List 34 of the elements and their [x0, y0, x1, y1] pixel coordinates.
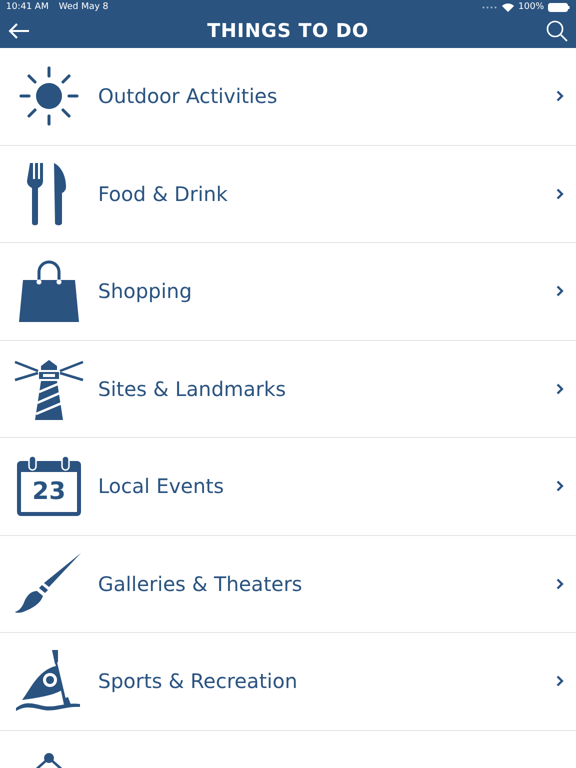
- sun-icon: [18, 65, 80, 128]
- category-label: Galleries & Theaters: [98, 572, 304, 596]
- chevron-right-icon: [556, 285, 564, 298]
- chevron-right-icon: [556, 578, 564, 590]
- signal-dots-icon: [482, 6, 498, 8]
- category-row[interactable]: Shopping: [0, 243, 576, 340]
- category-row[interactable]: Sites & Landmarks: [0, 340, 576, 438]
- chevron-right-icon: [556, 188, 564, 200]
- battery-icon: [548, 2, 570, 12]
- page-title: THINGS TO DO: [207, 20, 369, 42]
- chevron-right-icon: [556, 90, 564, 102]
- search-icon[interactable]: [546, 20, 568, 42]
- category-label: Shopping: [98, 279, 193, 304]
- chevron-right-icon: [556, 480, 564, 492]
- battery-percent: 100%: [518, 2, 544, 12]
- category-label: Sites & Landmarks: [98, 376, 287, 401]
- back-arrow-icon[interactable]: [8, 23, 30, 39]
- status-time: 10:41 AM: [6, 2, 49, 12]
- category-row[interactable]: Sports & Recreation: [0, 633, 576, 730]
- chevron-right-icon: [556, 675, 564, 688]
- chevron-right-icon: [556, 382, 564, 395]
- status-date: Wed May 8: [58, 2, 108, 12]
- category-row[interactable]: Food & Drink: [0, 146, 576, 243]
- category-label: Sports & Recreation: [98, 669, 298, 694]
- wifi-icon: [502, 2, 514, 12]
- category-row[interactable]: 23 Local Events: [0, 438, 576, 536]
- shopping-bag-icon: [18, 258, 80, 324]
- category-row[interactable]: Outdoor Activities: [0, 48, 576, 146]
- category-row[interactable]: Galleries & Theaters: [0, 536, 576, 633]
- calendar-icon: [16, 455, 82, 518]
- calendar-day: 23: [16, 477, 82, 506]
- category-label: Outdoor Activities: [98, 84, 278, 108]
- category-label: Food & Drink: [98, 182, 229, 206]
- category-label: Local Events: [98, 474, 225, 498]
